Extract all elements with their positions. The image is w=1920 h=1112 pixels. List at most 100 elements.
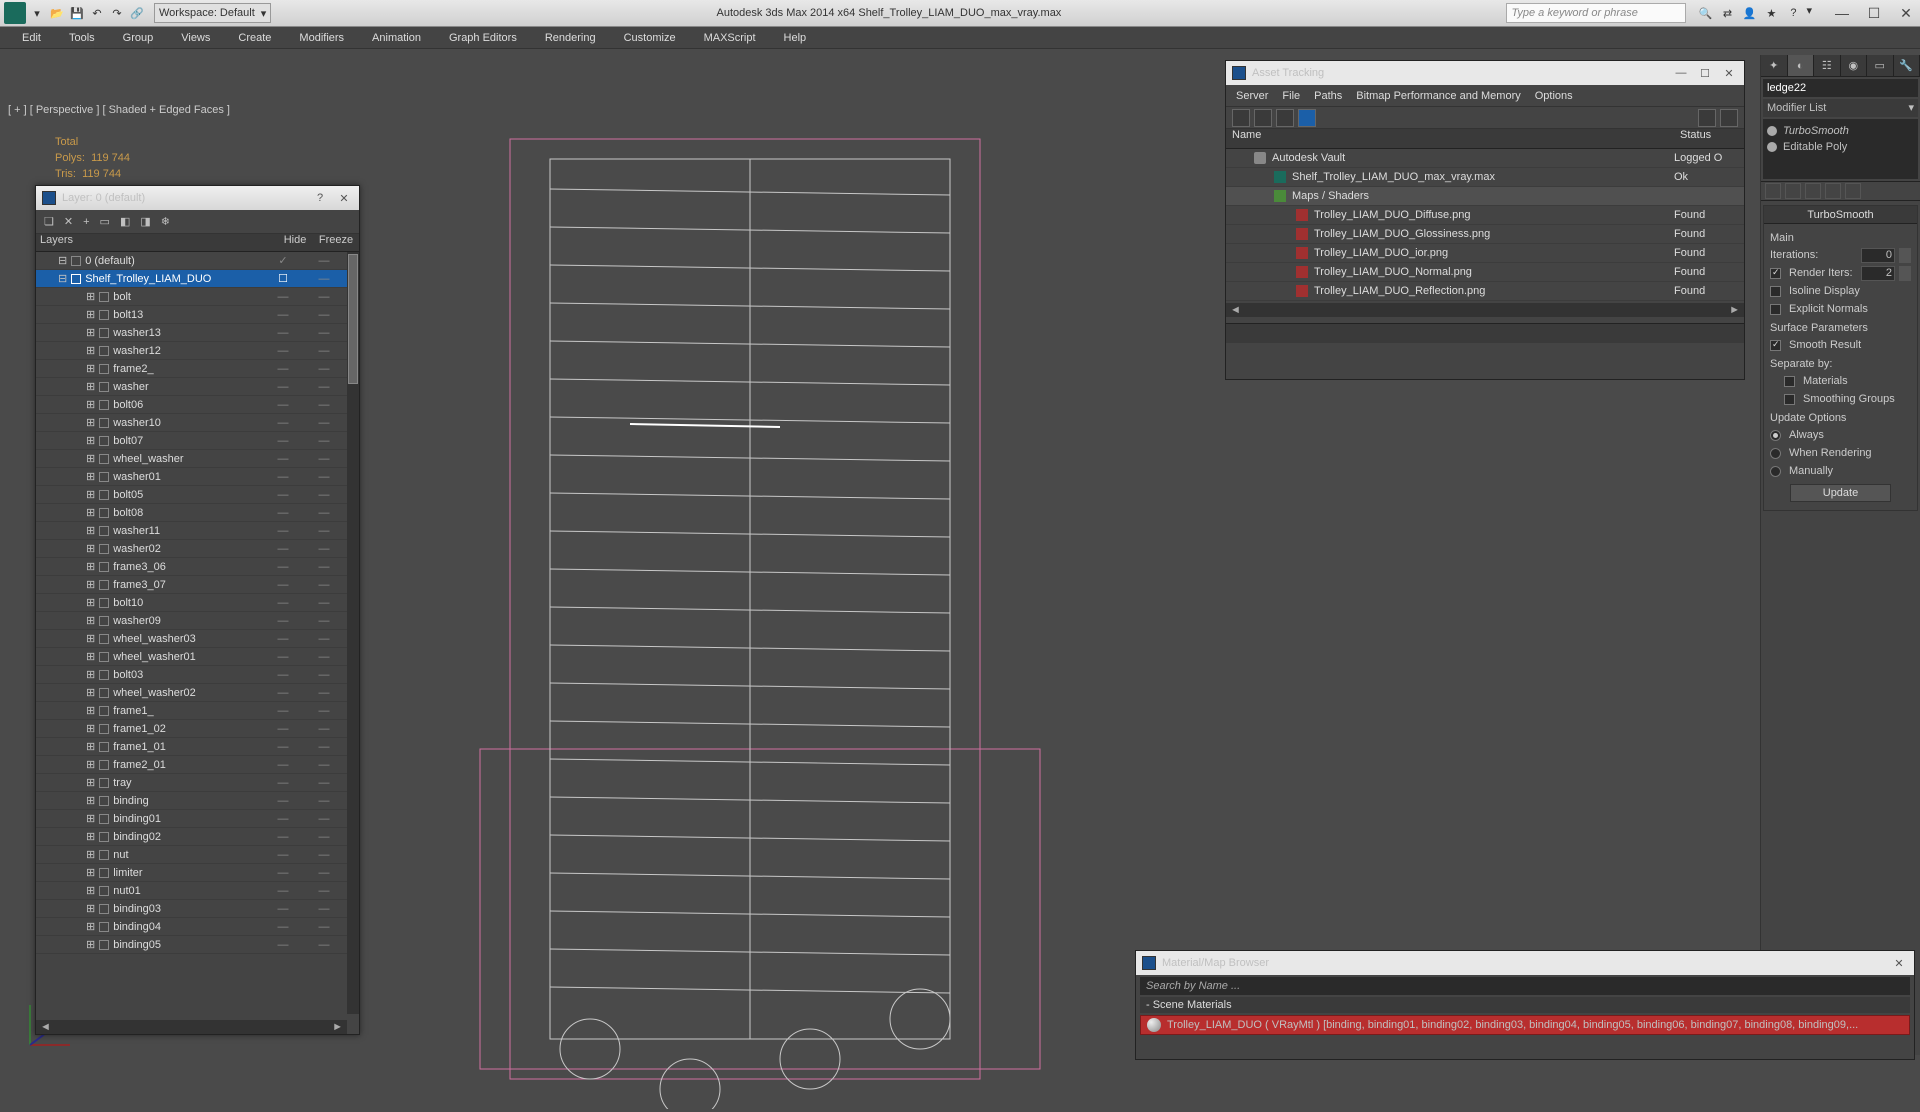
layer-row[interactable]: ⊞washer09—— xyxy=(36,612,347,630)
asset-close-button[interactable]: ✕ xyxy=(1720,67,1738,80)
freeze-layer-icon[interactable]: ❄ xyxy=(161,215,170,228)
material-title-bar[interactable]: Material/Map Browser ✕ xyxy=(1136,951,1914,975)
menu-tools[interactable]: Tools xyxy=(55,32,109,44)
asset-menu-item[interactable]: Bitmap Performance and Memory xyxy=(1356,90,1520,102)
unique-icon[interactable] xyxy=(1805,183,1821,199)
asset-row[interactable]: Trolley_LIAM_DUO_Reflection.pngFound xyxy=(1226,282,1744,301)
render-iters-spinner-buttons[interactable] xyxy=(1899,266,1911,281)
asset-row[interactable]: Trolley_LIAM_DUO_Diffuse.pngFound xyxy=(1226,206,1744,225)
delete-layer-icon[interactable]: ✕ xyxy=(64,215,73,228)
layer-row[interactable]: ⊞tray—— xyxy=(36,774,347,792)
asset-menu-item[interactable]: Options xyxy=(1535,90,1573,102)
save-icon[interactable]: 💾 xyxy=(68,4,86,22)
layer-row[interactable]: ⊞binding05—— xyxy=(36,936,347,954)
asset-list-view-icon[interactable] xyxy=(1254,109,1272,127)
asset-min-button[interactable]: — xyxy=(1672,67,1690,79)
manually-radio[interactable] xyxy=(1770,466,1781,477)
layer-row[interactable]: ⊞wheel_washer01—— xyxy=(36,648,347,666)
layer-row[interactable]: ⊞bolt—— xyxy=(36,288,347,306)
show-end-icon[interactable] xyxy=(1785,183,1801,199)
menu-help[interactable]: Help xyxy=(770,32,821,44)
asset-refresh-icon[interactable] xyxy=(1698,109,1716,127)
layer-row[interactable]: ⊞washer01—— xyxy=(36,468,347,486)
asset-row[interactable]: Shelf_Trolley_LIAM_DUO_max_vray.maxOk xyxy=(1226,168,1744,187)
asset-table-view-icon[interactable] xyxy=(1276,109,1294,127)
new-icon[interactable]: ▾ xyxy=(28,4,46,22)
highlight-layer-icon[interactable]: ◧ xyxy=(120,215,130,228)
layer-row[interactable]: ⊞binding04—— xyxy=(36,918,347,936)
asset-col-name[interactable]: Name xyxy=(1226,129,1674,148)
col-freeze[interactable]: Freeze xyxy=(313,234,359,251)
whenrender-radio[interactable] xyxy=(1770,448,1781,459)
iterations-spinner[interactable]: 0 xyxy=(1861,248,1895,263)
menu-graph editors[interactable]: Graph Editors xyxy=(435,32,531,44)
add-to-layer-icon[interactable]: + xyxy=(83,216,89,228)
search-icon[interactable]: 🔍 xyxy=(1696,4,1714,22)
asset-detail-view-icon[interactable] xyxy=(1298,109,1316,127)
update-button[interactable]: Update xyxy=(1790,484,1891,502)
viewport-label[interactable]: [ + ] [ Perspective ] [ Shaded + Edged F… xyxy=(8,104,230,116)
layer-row[interactable]: ⊞frame3_06—— xyxy=(36,558,347,576)
materials-checkbox[interactable] xyxy=(1784,376,1795,387)
material-item[interactable]: Trolley_LIAM_DUO ( VRayMtl ) [binding, b… xyxy=(1140,1015,1910,1035)
rollout-header[interactable]: TurboSmooth xyxy=(1764,206,1917,224)
utilities-tab-icon[interactable]: 🔧 xyxy=(1894,55,1920,76)
smooth-result-checkbox[interactable] xyxy=(1770,340,1781,351)
remove-mod-icon[interactable] xyxy=(1825,183,1841,199)
render-iters-spinner[interactable]: 2 xyxy=(1861,266,1895,281)
material-search-input[interactable]: Search by Name ... xyxy=(1140,977,1910,995)
help-search-input[interactable]: Type a keyword or phrase xyxy=(1506,3,1686,23)
help-icon[interactable]: ? xyxy=(1784,4,1802,22)
asset-menu-item[interactable]: File xyxy=(1282,90,1300,102)
display-tab-icon[interactable]: ▭ xyxy=(1867,55,1894,76)
maximize-button[interactable]: ☐ xyxy=(1864,5,1884,22)
new-layer-icon[interactable]: ❏ xyxy=(44,215,54,228)
render-iters-checkbox[interactable] xyxy=(1770,268,1781,279)
layer-row[interactable]: ⊞frame2_01—— xyxy=(36,756,347,774)
close-button[interactable]: ✕ xyxy=(1896,5,1916,22)
select-layer-icon[interactable]: ▭ xyxy=(100,215,110,228)
signin-icon[interactable]: 👤 xyxy=(1740,4,1758,22)
bulb-icon[interactable] xyxy=(1767,126,1777,136)
always-radio[interactable] xyxy=(1770,430,1781,441)
iterations-spinner-buttons[interactable] xyxy=(1899,248,1911,263)
menu-customize[interactable]: Customize xyxy=(610,32,690,44)
col-layers[interactable]: Layers xyxy=(36,234,277,251)
layer-row[interactable]: ⊞bolt10—— xyxy=(36,594,347,612)
favorite-icon[interactable]: ★ xyxy=(1762,4,1780,22)
asset-list[interactable]: Autodesk VaultLogged OShelf_Trolley_LIAM… xyxy=(1226,149,1744,301)
layer-row[interactable]: ⊞limiter—— xyxy=(36,864,347,882)
asset-title-bar[interactable]: Asset Tracking — ☐ ✕ xyxy=(1226,61,1744,85)
panel-help-button[interactable]: ? xyxy=(311,192,329,204)
undo-icon[interactable]: ↶ xyxy=(88,4,106,22)
menu-create[interactable]: Create xyxy=(224,32,285,44)
layer-row[interactable]: ⊞washer13—— xyxy=(36,324,347,342)
menu-views[interactable]: Views xyxy=(167,32,224,44)
layer-row[interactable]: ⊞wheel_washer—— xyxy=(36,450,347,468)
layer-row[interactable]: ⊞washer10—— xyxy=(36,414,347,432)
menu-modifiers[interactable]: Modifiers xyxy=(285,32,358,44)
layer-row[interactable]: ⊞frame1_01—— xyxy=(36,738,347,756)
layer-row[interactable]: ⊞washer—— xyxy=(36,378,347,396)
open-icon[interactable]: 📂 xyxy=(48,4,66,22)
asset-tree-view-icon[interactable] xyxy=(1232,109,1250,127)
create-tab-icon[interactable]: ✦ xyxy=(1761,55,1788,76)
layer-row[interactable]: ⊞bolt06—— xyxy=(36,396,347,414)
col-hide[interactable]: Hide xyxy=(277,234,313,251)
bulb-icon[interactable] xyxy=(1767,142,1777,152)
asset-row[interactable]: Trolley_LIAM_DUO_ior.pngFound xyxy=(1226,244,1744,263)
layer-row[interactable]: ⊞bolt13—— xyxy=(36,306,347,324)
asset-hscrollbar[interactable]: ◄► xyxy=(1226,303,1744,317)
layer-row-root[interactable]: ⊟0 (default)✓— xyxy=(36,252,347,270)
menu-group[interactable]: Group xyxy=(109,32,168,44)
workspace-selector[interactable]: Workspace: Default ▾ xyxy=(154,3,271,23)
asset-row[interactable]: Maps / Shaders xyxy=(1226,187,1744,206)
config-icon[interactable] xyxy=(1845,183,1861,199)
asset-row[interactable]: Trolley_LIAM_DUO_Normal.pngFound xyxy=(1226,263,1744,282)
menu-edit[interactable]: Edit xyxy=(8,32,55,44)
redo-icon[interactable]: ↷ xyxy=(108,4,126,22)
explicit-checkbox[interactable] xyxy=(1770,304,1781,315)
layer-row[interactable]: ⊞frame2_—— xyxy=(36,360,347,378)
modifier-list-dropdown[interactable]: Modifier List▾ xyxy=(1763,99,1918,117)
hierarchy-tab-icon[interactable]: ☷ xyxy=(1814,55,1841,76)
